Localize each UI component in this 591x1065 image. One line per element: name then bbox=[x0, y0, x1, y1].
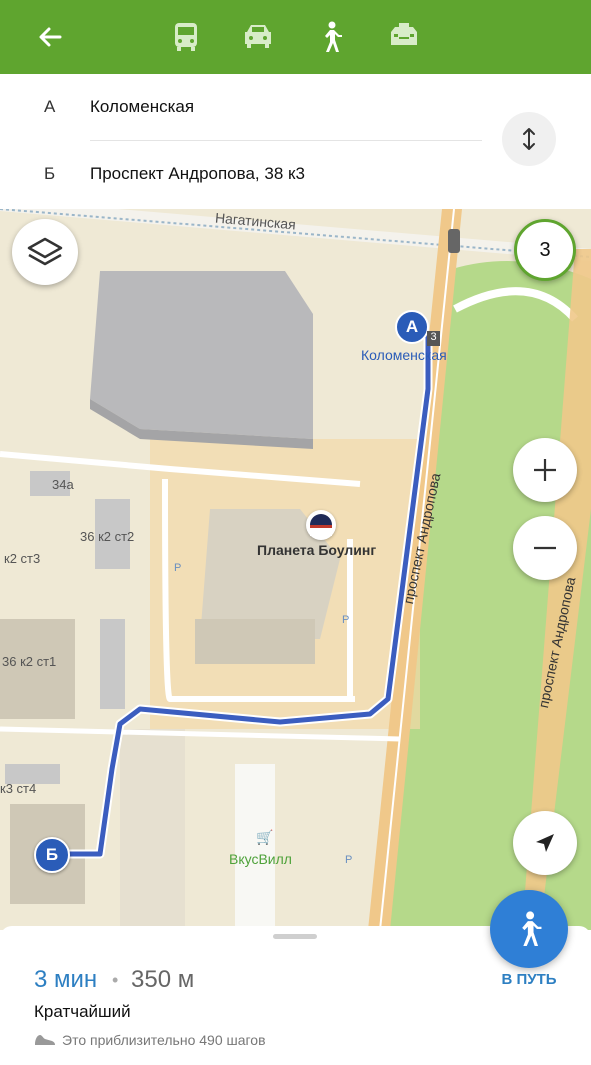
point-a-marker[interactable]: А bbox=[395, 310, 429, 344]
building-label-34a: 34а bbox=[52, 477, 74, 492]
building-label-k2st3: к2 ст3 bbox=[4, 551, 41, 566]
zoom-out-button[interactable] bbox=[513, 516, 577, 580]
back-arrow-icon[interactable] bbox=[31, 18, 69, 56]
bus-icon[interactable] bbox=[167, 18, 205, 56]
bowling-poi-icon[interactable] bbox=[306, 510, 336, 540]
swap-points-button[interactable] bbox=[502, 112, 556, 166]
taxi-icon[interactable] bbox=[385, 18, 423, 56]
route-to-value[interactable]: Проспект Андропова, 38 к3 bbox=[90, 164, 305, 184]
minus-icon bbox=[534, 546, 556, 550]
zoom-in-button[interactable] bbox=[513, 438, 577, 502]
route-distance: 350 м bbox=[131, 966, 195, 993]
route-from-value[interactable]: Коломенская bbox=[90, 97, 194, 117]
building-label-36k2st1: 36 к2 ст1 bbox=[2, 654, 57, 669]
route-type: Кратчайший bbox=[34, 1002, 131, 1021]
traffic-score-badge[interactable]: 3 bbox=[514, 219, 576, 281]
separator-dot: • bbox=[112, 970, 119, 990]
car-icon[interactable] bbox=[239, 18, 277, 56]
transport-mode-bar bbox=[0, 0, 591, 74]
route-time: 3 мин bbox=[34, 966, 98, 993]
map-view[interactable]: Нагатинская проспект Андропова проспект … bbox=[0, 209, 591, 930]
point-a-letter: А bbox=[44, 97, 56, 116]
shoe-icon bbox=[35, 1035, 55, 1045]
poi-label-shop: ВкусВилл bbox=[229, 851, 292, 867]
point-b-marker[interactable]: Б bbox=[34, 837, 70, 873]
point-b-marker-label: Б bbox=[45, 845, 59, 864]
layers-button[interactable] bbox=[12, 219, 78, 285]
sheet-drag-handle[interactable] bbox=[273, 934, 317, 939]
go-button-label[interactable]: В ПУТЬ bbox=[490, 971, 568, 988]
station-label: Коломенская bbox=[361, 347, 447, 363]
shop-cart-icon: 🛒 bbox=[256, 829, 274, 845]
parking-label: P bbox=[342, 614, 350, 626]
point-b-letter: Б bbox=[44, 164, 56, 183]
layers-icon bbox=[27, 237, 63, 266]
building-label-k3st4: к3 ст4 bbox=[0, 781, 37, 796]
building-label-36k2st2: 36 к2 ст2 bbox=[80, 529, 135, 544]
metro-line-badge: 3 bbox=[427, 331, 440, 346]
steps-info: Это приблизительно 490 шагов bbox=[34, 1032, 266, 1048]
go-button[interactable] bbox=[490, 890, 568, 968]
parking-label: P bbox=[345, 854, 353, 866]
steps-text: Это приблизительно 490 шагов bbox=[62, 1032, 266, 1048]
poi-label-bowling: Планета Боулинг bbox=[257, 542, 377, 558]
my-location-button[interactable] bbox=[513, 811, 577, 875]
swap-vertical-icon bbox=[523, 128, 535, 150]
walking-icon[interactable] bbox=[312, 18, 350, 56]
walking-icon bbox=[522, 911, 542, 946]
parking-label: P bbox=[174, 562, 182, 574]
navigation-arrow-icon bbox=[536, 834, 554, 852]
point-a-marker-label: А bbox=[405, 317, 419, 336]
route-from-field[interactable]: А Коломенская bbox=[0, 74, 490, 140]
plus-icon bbox=[534, 459, 556, 481]
route-to-field[interactable]: Б Проспект Андропова, 38 к3 bbox=[0, 141, 490, 207]
